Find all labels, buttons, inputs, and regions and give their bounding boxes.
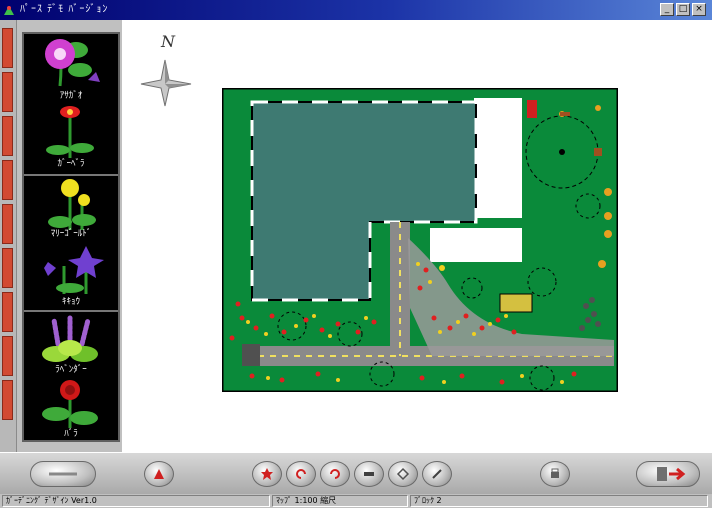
tool-place-button[interactable] (252, 461, 282, 487)
plant-label: ｷｷｮｳ (61, 297, 80, 307)
status-bar: ｶﾞｰﾃﾞﾆﾝｸﾞ ﾃﾞｻﾞｲﾝ Ver1.0 ﾏｯﾌﾟ 1:100 縮尺 ﾌﾞ… (0, 494, 712, 508)
category-tab[interactable] (2, 116, 13, 156)
category-tab-strip (0, 20, 17, 452)
paved-area (430, 228, 522, 262)
compass-north-label: N (161, 32, 175, 51)
star-icon (261, 468, 273, 480)
minimize-button[interactable]: _ (660, 3, 674, 16)
tool-pen-button[interactable] (422, 461, 452, 487)
category-tab[interactable] (2, 160, 13, 200)
plant-label: ｱｻｶﾞｵ (59, 91, 83, 101)
palette-item-lavender[interactable]: ﾗﾍﾞﾝﾀﾞｰ (24, 314, 118, 376)
category-tab[interactable] (2, 380, 13, 420)
gate (242, 344, 260, 366)
window-controls: _ □ × (660, 3, 706, 16)
category-tab[interactable] (2, 28, 13, 68)
tool-rotate-right-button[interactable] (320, 461, 350, 487)
compass: N (135, 32, 195, 112)
triangle-icon (154, 469, 164, 479)
printer-icon (551, 468, 559, 478)
category-tab[interactable] (2, 248, 13, 288)
eraser-icon (396, 467, 410, 481)
rotate-button[interactable] (144, 461, 174, 487)
exit-door-icon (657, 467, 686, 481)
title-bar: ﾊﾟｰｽ ﾃﾞﾓ ﾊﾞｰｼﾞｮﾝ _ □ × (0, 0, 712, 20)
app-icon (4, 6, 14, 15)
bench (499, 293, 533, 313)
window-title: ﾊﾟｰｽ ﾃﾞﾓ ﾊﾞｰｼﾞｮﾝ (20, 4, 109, 15)
rotate-right-icon (330, 469, 340, 479)
category-tab[interactable] (2, 72, 13, 112)
tool-erase-button[interactable] (388, 461, 418, 487)
palette-item-marigold[interactable]: ﾏﾘｰｺﾞｰﾙﾄﾞ (24, 178, 118, 240)
bellflower-icon (44, 246, 104, 294)
rotate-left-icon (296, 469, 306, 479)
maximize-button[interactable]: □ (676, 3, 690, 16)
plant-label: ﾗﾍﾞﾝﾀﾞｰ (55, 365, 87, 375)
palette-item-rose[interactable]: ﾊﾞﾗ (24, 378, 118, 440)
paved-area (474, 98, 522, 218)
exit-button[interactable] (636, 461, 700, 487)
gerbera-icon (46, 106, 94, 158)
palette-item-gerbera[interactable]: ｶﾞｰﾍﾞﾗ (24, 102, 118, 172)
plant-label: ｶﾞｰﾍﾞﾗ (57, 159, 85, 169)
compass-rose-icon (140, 59, 192, 107)
fence-icon (364, 472, 374, 476)
plant-label: ﾏﾘｰｺﾞｰﾙﾄﾞ (50, 229, 92, 239)
category-tab[interactable] (2, 292, 13, 332)
plant-palette: ｱｻｶﾞｵ ｶﾞｰﾍﾞﾗ ﾏﾘｰｺﾞｰﾙﾄﾞ ｷｷｮｳ ﾗﾍﾞﾝﾀﾞｰ ﾊﾞﾗ (22, 32, 120, 442)
mailbox (527, 100, 537, 118)
palette-item-bellflower[interactable]: ｷｷｮｳ (24, 242, 118, 308)
rose-icon (42, 380, 98, 428)
pen-icon (432, 469, 442, 479)
morning-glory-icon (45, 39, 100, 87)
bottom-toolbar (0, 452, 712, 495)
palette-divider (24, 310, 118, 312)
close-button[interactable]: × (692, 3, 706, 16)
garden-map[interactable] (222, 88, 618, 392)
status-block: ﾌﾞﾛｯｸ 2 (410, 495, 708, 507)
palette-divider (24, 174, 118, 176)
back-arrow-icon (49, 472, 77, 476)
status-message: ｶﾞｰﾃﾞﾆﾝｸﾞ ﾃﾞｻﾞｲﾝ Ver1.0 (2, 495, 270, 507)
status-scale: ﾏｯﾌﾟ 1:100 縮尺 (272, 495, 408, 507)
plant-label: ﾊﾞﾗ (64, 429, 78, 439)
print-button[interactable] (540, 461, 570, 487)
tool-rotate-left-button[interactable] (286, 461, 316, 487)
lavender-icon (42, 315, 98, 362)
marigold-icon (48, 179, 96, 230)
tool-fence-button[interactable] (354, 461, 384, 487)
category-tab[interactable] (2, 336, 13, 376)
tree-trunk (559, 149, 565, 155)
category-tab[interactable] (2, 204, 13, 244)
palette-item-morning-glory[interactable]: ｱｻｶﾞｵ (24, 36, 118, 101)
back-button[interactable] (30, 461, 96, 487)
